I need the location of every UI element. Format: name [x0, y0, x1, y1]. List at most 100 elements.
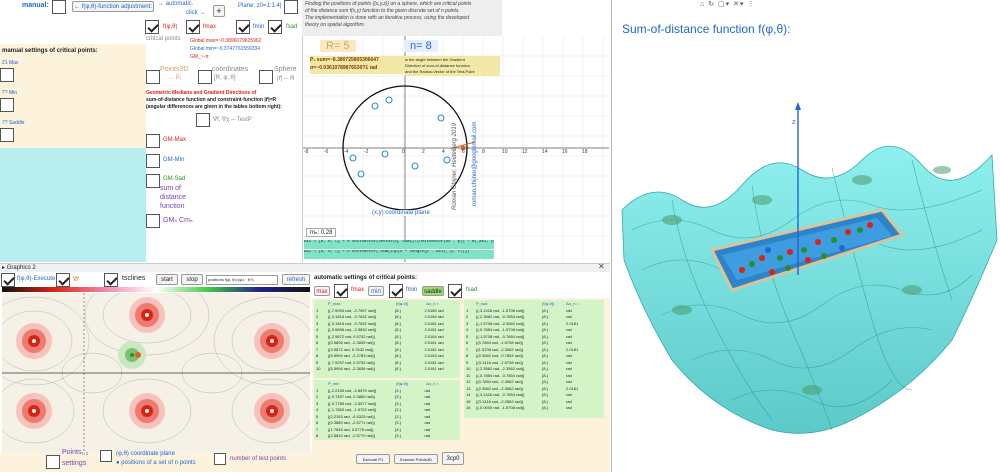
max-marker	[769, 269, 775, 275]
side-item-saddle: 7? Saddle	[2, 120, 25, 126]
side-input-max[interactable]	[0, 68, 14, 82]
graphics2-title: ▸ Graphics 2	[2, 265, 36, 271]
saddle-marker	[801, 247, 807, 253]
gm-min-checkbox[interactable]	[146, 154, 160, 168]
surface-3d[interactable]: z	[612, 60, 1000, 470]
bottom-strip	[0, 453, 610, 472]
auto-settings-label: automatic settings of critical points:	[314, 275, 418, 281]
grad-label: ∇f, ∇χ ─ TestP	[213, 117, 252, 123]
gm-sad-checkbox[interactable]	[146, 174, 160, 188]
fmin-crit-label: fmin	[406, 287, 418, 293]
min-button[interactable]: min	[368, 286, 384, 296]
min-marker	[839, 245, 845, 251]
execute-p1-button[interactable]: Execute P1	[356, 454, 390, 464]
saddle-marker	[777, 255, 783, 261]
grid-icon[interactable]: ⋮	[747, 1, 755, 8]
max-button[interactable]: max	[314, 286, 330, 296]
tick-x: 18	[582, 149, 588, 155]
view-icon[interactable]: ▢▾	[718, 1, 730, 8]
gmn-checkbox[interactable]	[146, 214, 160, 228]
fmin-checkbox[interactable]	[236, 20, 250, 34]
gm-max-checkbox[interactable]	[146, 134, 160, 148]
rotate-icon[interactable]: ↻	[708, 1, 715, 8]
grad-toggle-checkbox[interactable]	[56, 273, 70, 287]
fmin-crit-checkbox[interactable]	[389, 284, 403, 298]
min-table: P_min (f(φ,θ)) Δα_n = 1 {(-2.2155 rad, -2.8…	[314, 380, 460, 440]
saddle-marker	[831, 237, 837, 243]
3cp0-button[interactable]: 3cp0	[442, 452, 464, 465]
saddle-button[interactable]: saddle	[422, 286, 444, 296]
critical-points-label: critical points	[146, 36, 181, 42]
execute-points3d-button[interactable]: Execute Points3D	[394, 454, 438, 464]
contour-svg[interactable]	[2, 293, 310, 453]
surface-svg[interactable]: z	[612, 60, 1000, 470]
sphere-checkbox[interactable]	[259, 70, 273, 84]
xy-plane-label: (x,y) coordinate plane	[370, 210, 432, 216]
manual-label: manual:	[22, 2, 49, 9]
view-toolbar: ⌂ ↻ ▢▾ ✕▾ ⋮	[700, 0, 755, 8]
contour-plot[interactable]	[2, 293, 310, 453]
plus-button[interactable]: +	[213, 5, 225, 17]
desc-line-1: Finding the positions of points {(x,y,z)…	[305, 1, 472, 7]
grad-toggle-label: ∇f	[73, 277, 79, 283]
function-label: function	[160, 203, 185, 210]
min-marker	[765, 247, 771, 253]
plane-input[interactable]	[284, 0, 298, 14]
global-max: Global max=~0.3896079625962	[190, 38, 262, 44]
distance-label: distance	[160, 194, 187, 201]
fmax-checkbox[interactable]	[186, 20, 200, 34]
sphere-value: |r⃗| ─ R	[277, 76, 295, 82]
tick-x: 2	[422, 149, 425, 155]
table-cell: {8.}	[394, 366, 401, 371]
close-icon[interactable]: ✕	[598, 262, 605, 271]
tick-x: -2	[364, 149, 369, 155]
manual-settings-label: manual settings of critical points:	[2, 48, 98, 54]
table-cell: {(5.5994 rad, -2.3836 rad)}	[327, 366, 375, 371]
global-min: Global min=~0.3747761559334	[190, 46, 261, 52]
table-cell: {3.}	[394, 433, 401, 438]
test-points-checkbox[interactable]	[214, 453, 226, 465]
gm-min-label: GM-Min	[163, 157, 185, 163]
side-input-min[interactable]	[0, 98, 14, 112]
n-display: n= 8	[404, 40, 438, 52]
geo-line-2: sum-of-distance function and constraint-…	[146, 97, 277, 103]
points3d-checkbox[interactable]	[146, 70, 160, 84]
axes-icon[interactable]: ✕▾	[733, 1, 744, 8]
formula-1: AX1 = {0, 0, C} + R UnitVector(Vector(η,…	[304, 240, 494, 249]
execute-checkbox[interactable]	[1, 273, 15, 287]
phi-plane-checkbox[interactable]	[100, 450, 112, 462]
home-icon[interactable]: ⌂	[700, 1, 705, 8]
m-value: mₙ: 0.28	[306, 228, 337, 237]
fsad-label: fsad	[286, 24, 298, 30]
positions-field[interactable]: positions f(φ, θ)=(φ1 · θ?)	[206, 275, 278, 285]
points-checkbox[interactable]	[46, 455, 60, 469]
function-adjustment-button[interactable]: ← f(φ,θ)-function adjustment:	[72, 1, 154, 12]
table-cell: 16	[466, 405, 471, 410]
positions-label: ● positions of a set of n points	[116, 460, 196, 466]
tick-x: 16	[562, 149, 568, 155]
coordinates-checkbox[interactable]	[198, 70, 212, 84]
fphi-checkbox[interactable]	[145, 20, 159, 34]
grad-checkbox[interactable]	[196, 113, 210, 127]
fsad-checkbox[interactable]	[268, 20, 282, 34]
surface-title: Sum-of-distance function f(φ,θ):	[622, 22, 791, 36]
p-sigma-line: σ=~0.03610789876530?1 rad	[310, 65, 378, 71]
tick-x: 8	[482, 149, 485, 155]
function-adjustment-label: f(φ,θ)-function adjustment:	[81, 4, 152, 10]
p-sum-box: P₁ sum=~8.380725805306647 σ=~0.036107898…	[310, 56, 406, 74]
fsad-crit-checkbox[interactable]	[448, 284, 462, 298]
fmax-crit-checkbox[interactable]	[334, 284, 348, 298]
graphics2-titlebar	[0, 263, 610, 272]
manual-input[interactable]	[52, 0, 66, 14]
angle-note: is the angle between the Gradient Direct…	[404, 56, 500, 76]
fmin-label: fmin	[253, 24, 265, 30]
tsclines-checkbox[interactable]	[104, 273, 118, 287]
formula-2: AX2 = {0, 0, C} + R UnitVector(-Sum(Zip(…	[304, 250, 494, 259]
table-row: 10 {(5.5994 rad, -2.3836 rad)} {8.} 2.0181 …	[316, 366, 458, 373]
automatic-text: automatic.	[165, 1, 194, 7]
side-input-saddle[interactable]	[0, 128, 14, 142]
refresh-button[interactable]: refresh	[282, 274, 310, 285]
stop-button[interactable]: stop	[181, 274, 203, 285]
tick-x: -6	[324, 149, 329, 155]
start-button[interactable]: start	[156, 274, 178, 285]
